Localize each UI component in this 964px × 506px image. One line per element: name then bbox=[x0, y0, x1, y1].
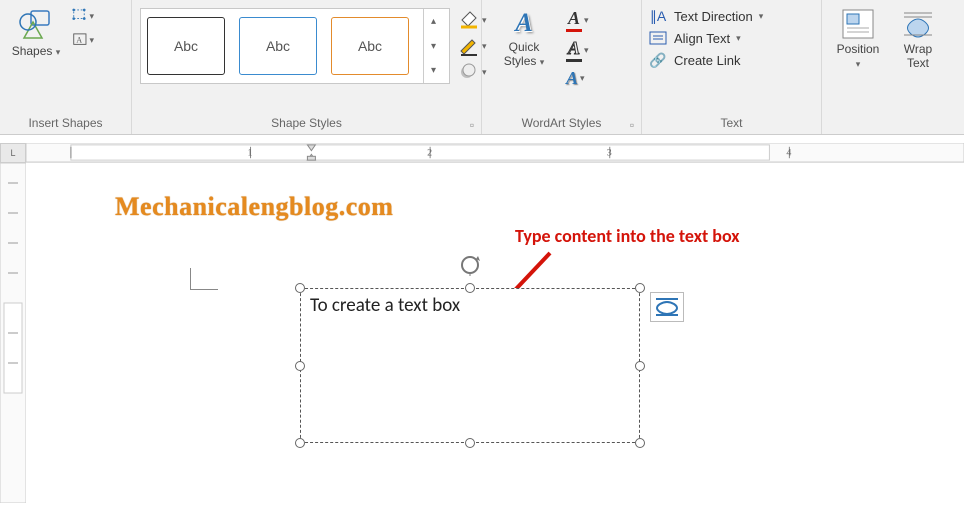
wrap-text-button[interactable]: Wrap Text bbox=[888, 4, 948, 74]
effects-icon bbox=[458, 62, 480, 82]
chevron-down-icon: ▾ bbox=[89, 35, 94, 46]
align-text-button[interactable]: Align Text ▾ bbox=[648, 30, 763, 46]
align-text-label: Align Text bbox=[674, 31, 730, 46]
paint-bucket-icon bbox=[458, 10, 480, 30]
document-page[interactable]: Mechanicalengblog.com Type content into … bbox=[40, 170, 964, 500]
group-label: Text bbox=[648, 114, 815, 132]
link-icon: 🔗 bbox=[648, 52, 668, 68]
chevron-down-icon: ▾ bbox=[89, 11, 94, 22]
resize-handle[interactable] bbox=[295, 438, 305, 448]
text-effects-button[interactable]: A▾ bbox=[566, 68, 589, 89]
pen-icon bbox=[458, 36, 480, 56]
group-text: ∥A Text Direction ▾ Align Text ▾ 🔗 Creat… bbox=[642, 0, 822, 134]
ruler-corner: L bbox=[0, 143, 26, 163]
resize-handle[interactable] bbox=[635, 438, 645, 448]
quick-styles-button[interactable]: A QuickStyles ▾ bbox=[488, 4, 560, 73]
vertical-ruler[interactable] bbox=[0, 163, 26, 500]
shapes-button[interactable]: Shapes ▾ bbox=[6, 4, 66, 63]
group-wordart-styles: A QuickStyles ▾ A▾ A▾ A▾ WordArt Styles … bbox=[482, 0, 642, 134]
align-text-icon bbox=[648, 30, 668, 46]
group-label: Shape Styles bbox=[138, 114, 475, 132]
position-label: Position bbox=[837, 42, 880, 56]
wrap-text-icon bbox=[901, 8, 935, 40]
resize-handle[interactable] bbox=[465, 438, 475, 448]
group-shape-styles: Abc Abc Abc ▴ ▾ ▾ ▾ ▾ bbox=[132, 0, 482, 134]
chevron-down-icon: ▾ bbox=[856, 59, 861, 69]
gallery-scroll[interactable]: ▴ ▾ ▾ bbox=[423, 9, 443, 83]
group-label bbox=[828, 114, 958, 132]
create-link-button[interactable]: 🔗 Create Link bbox=[648, 52, 763, 68]
layout-options-icon bbox=[654, 296, 680, 318]
resize-handle[interactable] bbox=[635, 283, 645, 293]
position-icon bbox=[841, 8, 875, 40]
shape-style-gallery[interactable]: Abc Abc Abc ▴ ▾ ▾ bbox=[140, 8, 450, 84]
ribbon: Shapes ▾ ▾ A ▾ Insert Shapes Abc Abc Abc bbox=[0, 0, 964, 135]
chevron-down-icon: ▾ bbox=[540, 57, 545, 67]
wrap-text-label: Wrap Text bbox=[904, 42, 932, 70]
draw-textbox-button[interactable]: A ▾ bbox=[72, 30, 94, 50]
text-fill-button[interactable]: A▾ bbox=[566, 8, 589, 32]
chevron-down-icon: ▾ bbox=[759, 11, 764, 22]
gallery-up-icon[interactable]: ▴ bbox=[424, 9, 443, 34]
group-label: Insert Shapes bbox=[6, 114, 125, 132]
resize-handle[interactable] bbox=[465, 283, 475, 293]
watermark-text: Mechanicalengblog.com bbox=[115, 192, 393, 222]
wordart-a-icon: A bbox=[515, 8, 532, 38]
svg-text:2: 2 bbox=[427, 148, 432, 159]
chevron-down-icon: ▾ bbox=[736, 33, 741, 44]
chevron-down-icon: ▾ bbox=[580, 73, 585, 84]
edit-shape-button[interactable]: ▾ bbox=[72, 6, 94, 26]
selected-textbox[interactable]: To create a text box bbox=[300, 288, 640, 443]
chevron-down-icon: ▾ bbox=[56, 47, 61, 57]
group-arrange: Position ▾ Wrap Text bbox=[822, 0, 964, 134]
dialog-launcher-icon[interactable]: ▫ bbox=[465, 118, 479, 132]
style-thumb-3[interactable]: Abc bbox=[331, 17, 409, 75]
horizontal-ruler[interactable]: 1 2 3 4 bbox=[26, 143, 964, 163]
text-fill-icon: A bbox=[566, 8, 582, 32]
text-outline-icon: A bbox=[566, 38, 582, 62]
create-link-label: Create Link bbox=[674, 53, 740, 68]
position-button[interactable]: Position ▾ bbox=[828, 4, 888, 75]
text-direction-button[interactable]: ∥A Text Direction ▾ bbox=[648, 8, 763, 24]
svg-text:3: 3 bbox=[607, 148, 612, 159]
style-thumb-2[interactable]: Abc bbox=[239, 17, 317, 75]
resize-handle[interactable] bbox=[635, 361, 645, 371]
text-direction-icon: ∥A bbox=[648, 8, 668, 24]
svg-text:A: A bbox=[76, 36, 82, 45]
resize-handle[interactable] bbox=[295, 361, 305, 371]
chevron-down-icon: ▾ bbox=[584, 15, 589, 26]
dialog-launcher-icon[interactable]: ▫ bbox=[625, 118, 639, 132]
shapes-label: Shapes bbox=[12, 44, 53, 58]
style-thumb-1[interactable]: Abc bbox=[147, 17, 225, 75]
page-margin-mark bbox=[190, 268, 218, 290]
text-effects-icon: A bbox=[566, 68, 578, 89]
group-insert-shapes: Shapes ▾ ▾ A ▾ Insert Shapes bbox=[0, 0, 132, 134]
group-label: WordArt Styles bbox=[488, 114, 635, 132]
shapes-icon bbox=[18, 8, 54, 42]
rotate-handle-icon[interactable] bbox=[459, 254, 481, 276]
text-direction-label: Text Direction bbox=[674, 9, 753, 24]
gallery-more-icon[interactable]: ▾ bbox=[424, 58, 443, 83]
gallery-down-icon[interactable]: ▾ bbox=[424, 34, 443, 59]
layout-options-button[interactable] bbox=[650, 292, 684, 322]
chevron-down-icon: ▾ bbox=[584, 45, 589, 56]
svg-text:1: 1 bbox=[248, 148, 253, 159]
resize-handle[interactable] bbox=[295, 283, 305, 293]
svg-text:4: 4 bbox=[786, 148, 791, 159]
textbox-content[interactable]: To create a text box bbox=[310, 294, 634, 437]
annotation-text: Type content into the text box bbox=[515, 225, 740, 247]
text-outline-button[interactable]: A▾ bbox=[566, 38, 589, 62]
